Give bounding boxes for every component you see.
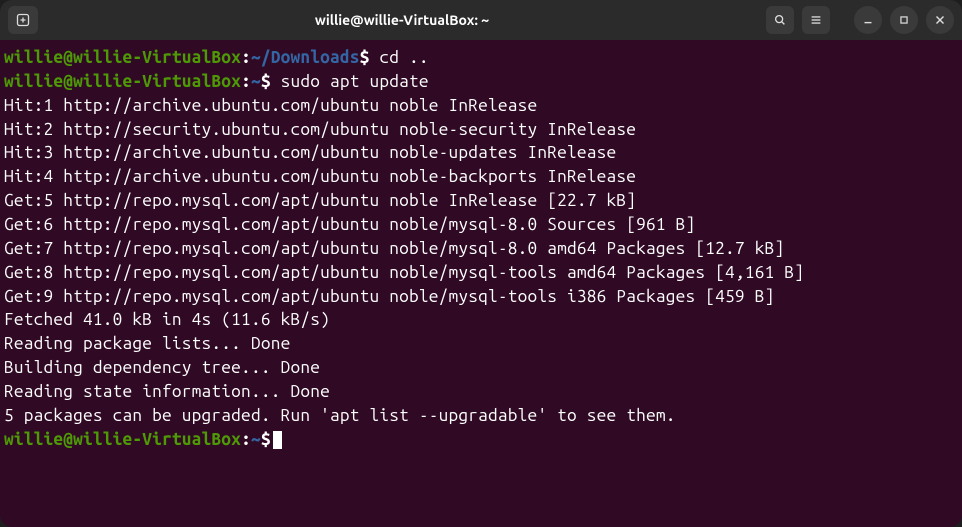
output-line: Hit:2 http://security.ubuntu.com/ubuntu … (4, 120, 636, 139)
menu-button[interactable] (802, 6, 830, 34)
output-line: Fetched 41.0 kB in 4s (11.6 kB/s) (4, 310, 330, 329)
terminal-body[interactable]: willie@willie-VirtualBox:~/Downloads$ cd… (0, 40, 962, 527)
minimize-icon (861, 13, 875, 27)
search-icon (773, 13, 787, 27)
prompt-dollar: $ (261, 72, 271, 91)
prompt-colon: : (241, 48, 251, 67)
prompt-user: willie@willie-VirtualBox (4, 48, 241, 67)
titlebar-right (766, 6, 954, 34)
close-icon (933, 13, 947, 27)
prompt-line-0: willie@willie-VirtualBox:~/Downloads$ cd… (4, 48, 429, 67)
output-line: Hit:4 http://archive.ubuntu.com/ubuntu n… (4, 167, 636, 186)
output-line: Get:8 http://repo.mysql.com/apt/ubuntu n… (4, 263, 804, 282)
command-text: sudo apt update (281, 72, 429, 91)
output-line: Reading state information... Done (4, 382, 330, 401)
maximize-icon (897, 13, 911, 27)
prompt-user: willie@willie-VirtualBox (4, 72, 241, 91)
new-tab-button[interactable] (8, 6, 38, 34)
output-line: Get:5 http://repo.mysql.com/apt/ubuntu n… (4, 191, 636, 210)
hamburger-menu-icon (809, 13, 823, 27)
prompt-dollar: $ (360, 48, 370, 67)
terminal-window: willie@willie-VirtualBox: ~ (0, 0, 962, 527)
output-line: Building dependency tree... Done (4, 358, 320, 377)
prompt-user: willie@willie-VirtualBox (4, 430, 241, 449)
prompt-line-1: willie@willie-VirtualBox:~$ sudo apt upd… (4, 72, 429, 91)
prompt-colon: : (241, 430, 251, 449)
prompt-path: ~ (251, 72, 261, 91)
output-line: Get:7 http://repo.mysql.com/apt/ubuntu n… (4, 239, 784, 258)
prompt-colon: : (241, 72, 251, 91)
maximize-button[interactable] (890, 6, 918, 34)
search-button[interactable] (766, 6, 794, 34)
titlebar: willie@willie-VirtualBox: ~ (0, 0, 962, 40)
minimize-button[interactable] (854, 6, 882, 34)
output-line: Hit:1 http://archive.ubuntu.com/ubuntu n… (4, 96, 537, 115)
output-line: 5 packages can be upgraded. Run 'apt lis… (4, 406, 676, 425)
prompt-line-final: willie@willie-VirtualBox:~$ (4, 430, 282, 449)
prompt-dollar: $ (261, 430, 271, 449)
output-line: Reading package lists... Done (4, 334, 290, 353)
output-line: Get:9 http://repo.mysql.com/apt/ubuntu n… (4, 287, 774, 306)
new-tab-icon (15, 12, 31, 28)
close-button[interactable] (926, 6, 954, 34)
cursor (273, 431, 282, 449)
window-title: willie@willie-VirtualBox: ~ (38, 12, 766, 28)
prompt-path: ~ (251, 430, 261, 449)
output-line: Get:6 http://repo.mysql.com/apt/ubuntu n… (4, 215, 695, 234)
output-line: Hit:3 http://archive.ubuntu.com/ubuntu n… (4, 143, 616, 162)
prompt-path: ~/Downloads (251, 48, 360, 67)
titlebar-left (8, 6, 38, 34)
command-text: cd .. (379, 48, 428, 67)
